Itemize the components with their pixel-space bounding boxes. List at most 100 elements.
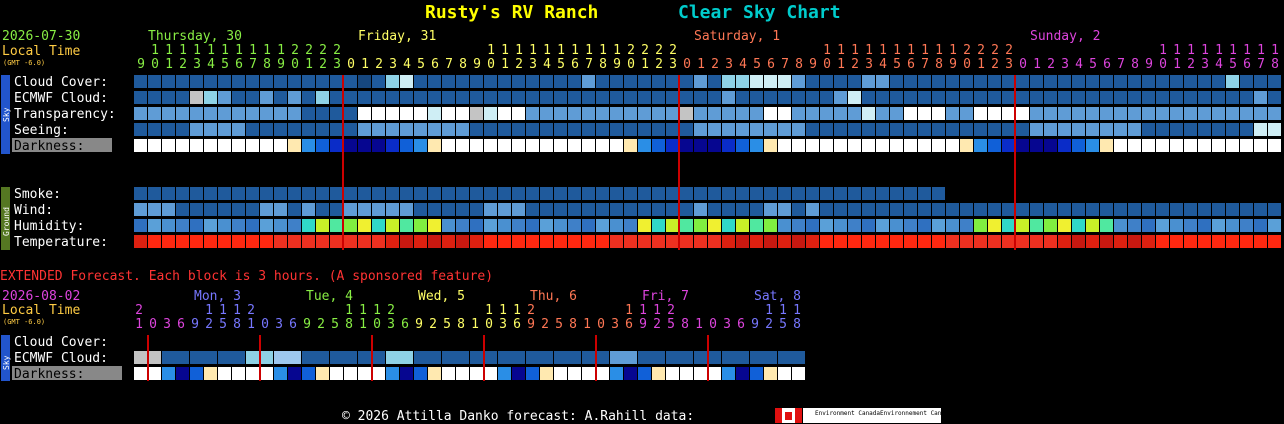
data-cell	[792, 123, 805, 136]
data-cell	[750, 139, 763, 152]
data-cell	[862, 75, 875, 88]
data-cell	[414, 219, 427, 232]
data-cell	[876, 123, 889, 136]
ext-hour-tens: 1	[653, 303, 661, 318]
data-cell	[260, 219, 273, 232]
chart-subtitle: Clear Sky Chart	[678, 2, 841, 23]
hour-ones: 8	[935, 57, 943, 72]
data-cell	[442, 139, 455, 152]
data-cell	[1030, 203, 1043, 216]
data-cell	[1030, 107, 1043, 120]
data-cell	[904, 123, 917, 136]
data-cell	[834, 219, 847, 232]
data-cell	[610, 203, 623, 216]
data-cell	[176, 139, 189, 152]
data-cell	[1016, 235, 1029, 248]
data-cell	[512, 123, 525, 136]
hour-tens: 2	[333, 43, 341, 58]
day-name: Sunday, 2	[1030, 29, 1100, 44]
hour-tens: 1	[865, 43, 873, 58]
data-cell	[540, 123, 553, 136]
data-cell	[1016, 91, 1029, 104]
data-cell	[344, 91, 357, 104]
hour-tens: 2	[1005, 43, 1013, 58]
data-cell	[372, 139, 385, 152]
ext-hour-ones: 9	[751, 317, 759, 332]
data-cell	[1086, 91, 1099, 104]
row-label: Humidity:	[14, 219, 84, 234]
data-cell	[708, 139, 721, 152]
hour-ones: 4	[207, 57, 215, 72]
hour-tens: 1	[599, 43, 607, 58]
data-cell	[162, 235, 175, 248]
data-cell	[260, 187, 273, 200]
hour-ones: 7	[445, 57, 453, 72]
data-cell	[512, 203, 525, 216]
hour-ones: 2	[1047, 57, 1055, 72]
data-cell	[246, 75, 259, 88]
data-cell	[302, 75, 315, 88]
row-label: Cloud Cover:	[14, 75, 108, 90]
hour-ones: 2	[179, 57, 187, 72]
data-cell	[848, 203, 861, 216]
ext-darkness-cell	[498, 367, 511, 380]
data-cell	[442, 107, 455, 120]
ext-darkness-cell	[302, 367, 315, 380]
data-cell	[386, 91, 399, 104]
data-cell	[1058, 219, 1071, 232]
data-cell	[512, 219, 525, 232]
data-cell	[414, 235, 427, 248]
data-cell	[134, 187, 147, 200]
data-cell	[1156, 75, 1169, 88]
ext-darkness-cell	[736, 367, 749, 380]
data-cell	[568, 187, 581, 200]
day-name: Saturday, 1	[694, 29, 780, 44]
data-cell	[988, 235, 1001, 248]
data-cell	[918, 107, 931, 120]
data-cell	[190, 139, 203, 152]
data-cell	[596, 187, 609, 200]
data-cell	[1128, 75, 1141, 88]
data-cell	[400, 235, 413, 248]
data-cell	[302, 139, 315, 152]
data-cell	[890, 235, 903, 248]
data-cell	[1044, 203, 1057, 216]
data-cell	[540, 75, 553, 88]
ext-hour-ones: 8	[345, 317, 353, 332]
data-cell	[596, 203, 609, 216]
data-cell	[1114, 107, 1127, 120]
data-cell	[876, 91, 889, 104]
data-cell	[386, 203, 399, 216]
data-cell	[848, 91, 861, 104]
data-cell	[638, 187, 651, 200]
ext-darkness-cell	[638, 367, 651, 380]
data-cell	[1002, 139, 1015, 152]
ext-darkness-cell	[148, 367, 161, 380]
data-cell	[1142, 235, 1155, 248]
data-cell	[778, 123, 791, 136]
data-cell	[1100, 91, 1113, 104]
data-cell	[624, 203, 637, 216]
hour-ones: 0	[347, 57, 355, 72]
data-cell	[470, 91, 483, 104]
data-cell	[1156, 235, 1169, 248]
data-cell	[960, 107, 973, 120]
data-cell	[610, 107, 623, 120]
data-cell	[1226, 139, 1239, 152]
data-cell	[778, 107, 791, 120]
data-cell	[246, 123, 259, 136]
ext-hour-ones: 6	[513, 317, 521, 332]
data-cell	[694, 91, 707, 104]
hour-ones: 8	[459, 57, 467, 72]
data-cell	[1184, 75, 1197, 88]
hour-tens: 1	[1257, 43, 1265, 58]
data-cell	[316, 235, 329, 248]
data-cell	[652, 91, 665, 104]
data-cell	[1268, 235, 1281, 248]
data-cell	[764, 75, 777, 88]
data-cell	[274, 107, 287, 120]
data-cell	[722, 203, 735, 216]
data-cell	[834, 187, 847, 200]
data-cell	[750, 219, 763, 232]
data-cell	[764, 187, 777, 200]
